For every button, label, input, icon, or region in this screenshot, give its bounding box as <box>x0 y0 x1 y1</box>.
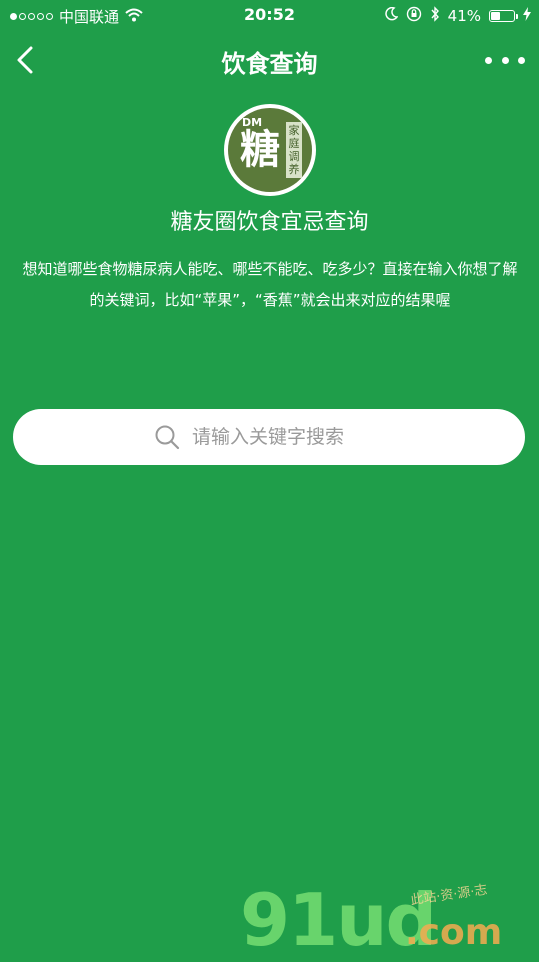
description-text: 想知道哪些食物糖尿病人能吃、哪些不能吃、吃多少？直接在输入你想了解的关键词，比如… <box>22 260 518 309</box>
watermark: 91ud .com 此站·资·源·志 <box>240 880 539 960</box>
logo-tag: 家庭调养 <box>286 122 302 178</box>
bolt-icon <box>523 7 531 25</box>
nav-bar: 饮食查询 <box>0 30 539 90</box>
status-right: 41% <box>384 6 531 26</box>
battery-percent: 41% <box>447 7 481 25</box>
page-subtitle: 糖友圈饮食宜忌查询 <box>170 210 369 235</box>
battery-icon <box>489 10 518 22</box>
battery-fill <box>491 12 501 20</box>
logo-character: 糖 <box>240 127 280 173</box>
search-box[interactable] <box>13 409 525 465</box>
bluetooth-icon <box>430 6 440 26</box>
rotation-lock-icon <box>406 6 422 26</box>
logo-badge: DM 糖 家庭调养 <box>228 108 312 192</box>
search-icon <box>155 425 180 450</box>
status-bar: 中国联通 20:52 41% <box>0 0 539 30</box>
more-dots-icon <box>485 56 492 64</box>
app-logo: DM 糖 家庭调养 <box>224 104 316 196</box>
page-title: 饮食查询 <box>221 50 318 78</box>
moon-icon <box>384 6 399 25</box>
more-button[interactable] <box>485 50 525 70</box>
watermark-domain: .com <box>405 912 503 953</box>
search-input[interactable] <box>190 425 384 449</box>
